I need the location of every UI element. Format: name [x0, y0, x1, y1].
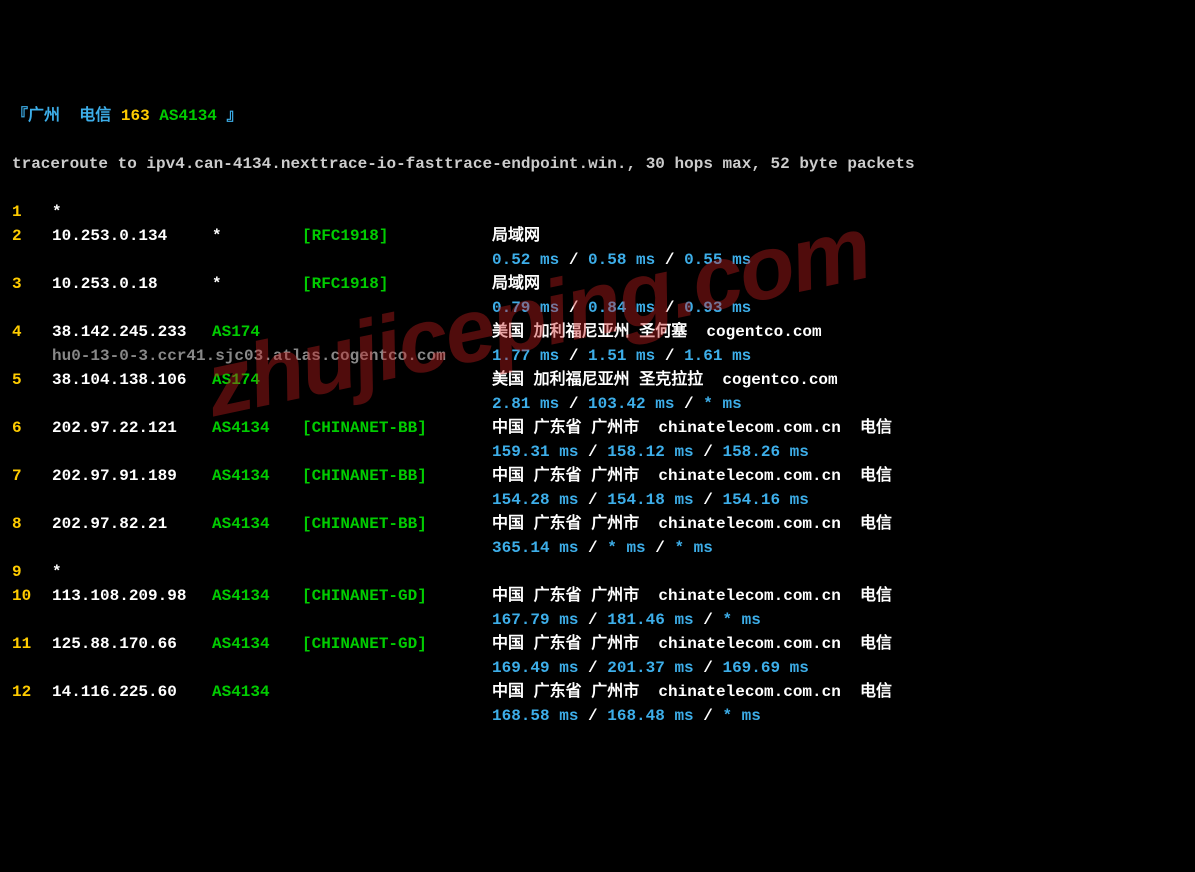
hop-timing-row: 2.81 ms / 103.42 ms / * ms: [12, 392, 1183, 416]
hop-tag: [CHINANET-BB]: [302, 512, 492, 536]
hop-timing: 0.52 ms: [492, 251, 559, 269]
hop-row-3: 310.253.0.18*[RFC1918]局域网: [12, 272, 1183, 296]
trace-header: 『广州 电信 163 AS4134 』: [12, 104, 1183, 128]
hop-location: 局域网: [492, 227, 540, 245]
hop-timing-row: 168.58 ms / 168.48 ms / * ms: [12, 704, 1183, 728]
hop-num: 9: [12, 560, 52, 584]
hop-asn: AS174: [212, 320, 302, 344]
hop-ip: 202.97.22.121: [52, 416, 212, 440]
hop-asn: AS4134: [212, 680, 302, 704]
hop-row-12: 1214.116.225.60AS4134 中国 广东省 广州市 chinatel…: [12, 680, 1183, 704]
hop-row-6: 6202.97.22.121AS4134[CHINANET-BB]中国 广东省 …: [12, 416, 1183, 440]
hop-row-7: 7202.97.91.189AS4134[CHINANET-BB]中国 广东省 …: [12, 464, 1183, 488]
hop-timing-row: 169.49 ms / 201.37 ms / 169.69 ms: [12, 656, 1183, 680]
hop-timing-row: 365.14 ms / * ms / * ms: [12, 536, 1183, 560]
hop-row-2: 210.253.0.134*[RFC1918]局域网: [12, 224, 1183, 248]
hop-timing: 169.49 ms: [492, 659, 578, 677]
hop-timing: 365.14 ms: [492, 539, 578, 557]
hop-num: 4: [12, 320, 52, 344]
hop-ip: 10.253.0.134: [52, 224, 212, 248]
hop-timing-row: 159.31 ms / 158.12 ms / 158.26 ms: [12, 440, 1183, 464]
hop-asn: AS4134: [212, 584, 302, 608]
hop-location: 美国 加利福尼亚州 圣何塞 cogentco.com: [492, 323, 822, 341]
hop-ip: 38.104.138.106: [52, 368, 212, 392]
hop-ip: 113.108.209.98: [52, 584, 212, 608]
hop-timeout: *: [52, 560, 212, 584]
hop-timing-row: 167.79 ms / 181.46 ms / * ms: [12, 608, 1183, 632]
hop-rdns-row: hu0-13-0-3.ccr41.sjc03.atlas.cogentco.co…: [12, 344, 1183, 368]
hop-ip: 10.253.0.18: [52, 272, 212, 296]
hop-ip: 202.97.91.189: [52, 464, 212, 488]
hop-num: 1: [12, 200, 52, 224]
hop-tag: [RFC1918]: [302, 224, 492, 248]
hop-asn: *: [212, 272, 302, 296]
hop-timing: 2.81 ms: [492, 395, 559, 413]
hop-row-8: 8202.97.82.21AS4134[CHINANET-BB]中国 广东省 广…: [12, 512, 1183, 536]
hop-tag: [CHINANET-GD]: [302, 584, 492, 608]
hop-asn: *: [212, 224, 302, 248]
hop-timing: 1.77 ms: [492, 347, 559, 365]
hop-location: 中国 广东省 广州市 chinatelecom.com.cn 电信: [492, 419, 892, 437]
hop-timing: 168.58 ms: [492, 707, 578, 725]
hop-location: 中国 广东省 广州市 chinatelecom.com.cn 电信: [492, 635, 892, 653]
hop-location: 美国 加利福尼亚州 圣克拉拉 cogentco.com: [492, 371, 838, 389]
hop-rdns: hu0-13-0-3.ccr41.sjc03.atlas.cogentco.co…: [52, 344, 492, 368]
hop-num: 7: [12, 464, 52, 488]
hop-location: 中国 广东省 广州市 chinatelecom.com.cn 电信: [492, 515, 892, 533]
hop-tag: [CHINANET-GD]: [302, 632, 492, 656]
hop-timing: 0.79 ms: [492, 299, 559, 317]
hop-ip: 38.142.245.233: [52, 320, 212, 344]
hop-timing: 159.31 ms: [492, 443, 578, 461]
hop-num: 12: [12, 680, 52, 704]
hop-timing: 154.28 ms: [492, 491, 578, 509]
hop-location: 局域网: [492, 275, 540, 293]
hop-ip: 125.88.170.66: [52, 632, 212, 656]
hop-location: 中国 广东省 广州市 chinatelecom.com.cn 电信: [492, 683, 892, 701]
hop-timing-row: 0.52 ms / 0.58 ms / 0.55 ms: [12, 248, 1183, 272]
hop-asn: AS174: [212, 368, 302, 392]
hop-ip: 202.97.82.21: [52, 512, 212, 536]
hop-row-5: 538.104.138.106AS174 美国 加利福尼亚州 圣克拉拉 cogen…: [12, 368, 1183, 392]
hop-asn: AS4134: [212, 464, 302, 488]
hop-asn: AS4134: [212, 512, 302, 536]
hop-num: 3: [12, 272, 52, 296]
hop-tag: [CHINANET-BB]: [302, 416, 492, 440]
hop-row-4: 438.142.245.233AS174 美国 加利福尼亚州 圣何塞 cogent…: [12, 320, 1183, 344]
hop-tag: [RFC1918]: [302, 272, 492, 296]
hop-num: 8: [12, 512, 52, 536]
hop-timing: 167.79 ms: [492, 611, 578, 629]
hop-num: 5: [12, 368, 52, 392]
hop-row-1: 1*: [12, 200, 1183, 224]
hop-row-11: 11125.88.170.66AS4134[CHINANET-GD]中国 广东省…: [12, 632, 1183, 656]
hop-tag: [CHINANET-BB]: [302, 464, 492, 488]
hop-row-9: 9*: [12, 560, 1183, 584]
hop-num: 2: [12, 224, 52, 248]
hop-asn: AS4134: [212, 416, 302, 440]
trace-command: traceroute to ipv4.can-4134.nexttrace-io…: [12, 152, 1183, 176]
hop-asn: AS4134: [212, 632, 302, 656]
hop-timing-row: 154.28 ms / 154.18 ms / 154.16 ms: [12, 488, 1183, 512]
hop-num: 6: [12, 416, 52, 440]
hop-location: 中国 广东省 广州市 chinatelecom.com.cn 电信: [492, 587, 892, 605]
hop-num: 10: [12, 584, 52, 608]
hop-ip: 14.116.225.60: [52, 680, 212, 704]
hop-location: 中国 广东省 广州市 chinatelecom.com.cn 电信: [492, 467, 892, 485]
hop-timeout: *: [52, 200, 212, 224]
hop-timing-row: 0.79 ms / 0.84 ms / 0.93 ms: [12, 296, 1183, 320]
trace-hops: 1*210.253.0.134*[RFC1918]局域网0.52 ms / 0.…: [12, 200, 1183, 728]
hop-row-10: 10113.108.209.98AS4134[CHINANET-GD]中国 广东…: [12, 584, 1183, 608]
hop-num: 11: [12, 632, 52, 656]
